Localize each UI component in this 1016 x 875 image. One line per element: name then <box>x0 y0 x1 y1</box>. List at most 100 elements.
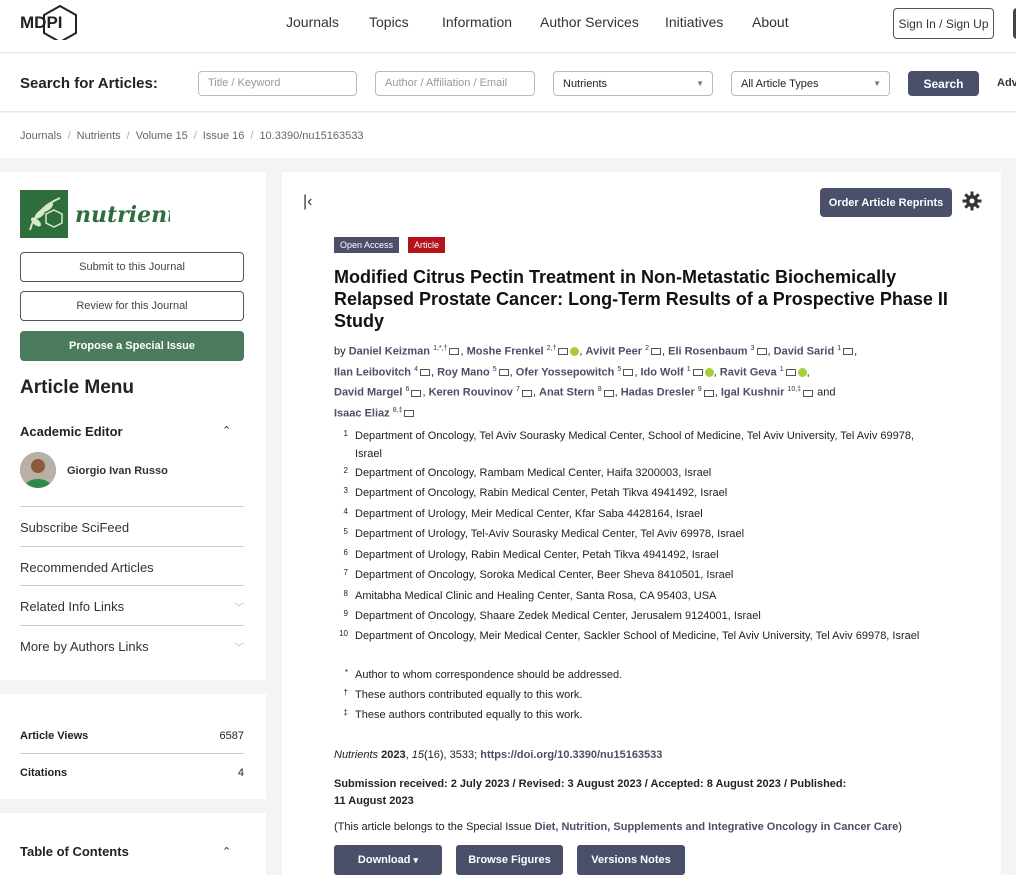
mail-icon[interactable] <box>521 389 532 397</box>
search-button[interactable]: Search <box>908 71 979 96</box>
related-info-links[interactable]: Related Info Links ﹀ <box>20 599 244 614</box>
mail-icon[interactable] <box>843 348 854 356</box>
author-link[interactable]: Isaac Eliaz <box>334 408 390 420</box>
publication-dates: Submission received: 2 July 2023 / Revis… <box>334 778 847 807</box>
subscribe-scifeed-link[interactable]: Subscribe SciFeed <box>20 520 244 535</box>
sign-in-button[interactable]: Sign In / Sign Up <box>893 8 994 39</box>
breadcrumb-issue[interactable]: Issue 16 <box>203 130 245 142</box>
author-link[interactable]: Igal Kushnir <box>721 387 785 399</box>
author-link[interactable]: David Margel <box>334 387 402 399</box>
author-link[interactable]: Ofer Yossepowitch <box>516 366 615 378</box>
author-input[interactable]: Author / Affiliation / Email <box>375 71 535 96</box>
doi-link[interactable]: https://doi.org/10.3390/nu15163533 <box>480 749 662 761</box>
article-views-value: 6587 <box>219 730 244 742</box>
mail-icon[interactable] <box>756 348 767 356</box>
submit-journal-button[interactable]: Submit to this Journal <box>20 252 244 282</box>
author-link[interactable]: Eli Rosenbaum <box>668 346 747 358</box>
mdpi-logo[interactable]: MDPI <box>20 4 78 44</box>
mail-icon[interactable] <box>803 389 814 397</box>
citations-label[interactable]: Citations <box>20 767 67 779</box>
article-title: Modified Citrus Pectin Treatment in Non-… <box>334 267 948 331</box>
divider <box>20 753 244 754</box>
article-type-value: All Article Types <box>741 78 819 90</box>
author-link[interactable]: Moshe Frenkel <box>467 346 544 358</box>
mail-icon[interactable] <box>404 410 415 418</box>
nutrients-journal-logo[interactable]: nutrients <box>20 190 190 238</box>
more-by-authors-links[interactable]: More by Authors Links ﹀ <box>20 639 244 654</box>
nav-topics[interactable]: Topics <box>369 14 409 30</box>
table-of-contents-heading[interactable]: Table of Contents <box>20 844 129 859</box>
order-reprints-button[interactable]: Order Article Reprints <box>820 188 952 217</box>
orcid-icon[interactable] <box>797 367 807 377</box>
mail-icon[interactable] <box>449 348 460 356</box>
orcid-icon[interactable] <box>570 347 580 357</box>
chevron-down-icon: ﹀ <box>234 603 244 614</box>
nav-about[interactable]: About <box>752 14 789 30</box>
mail-icon[interactable] <box>603 389 614 397</box>
academic-editor-heading[interactable]: Academic Editor <box>20 424 123 439</box>
divider <box>20 506 244 507</box>
mail-icon[interactable] <box>558 348 569 356</box>
open-access-badge: Open Access <box>334 237 400 253</box>
chevron-down-icon: ▼ <box>873 79 881 88</box>
special-issue-note: (This article belongs to the Special Iss… <box>334 821 902 833</box>
author-link[interactable]: Keren Rouvinov <box>429 387 513 399</box>
journal-select-value: Nutrients <box>563 78 608 90</box>
article-menu-title: Article Menu <box>20 377 135 398</box>
nav-author-services[interactable]: Author Services <box>540 14 639 30</box>
nav-journals[interactable]: Journals <box>286 14 339 30</box>
mail-icon[interactable] <box>623 368 634 376</box>
author-list: by Daniel Keizman 1,*,†, Moshe Frenkel 2… <box>334 345 858 420</box>
author-link[interactable]: David Sarid <box>774 346 835 358</box>
chevron-up-icon[interactable]: ⌃ <box>222 845 231 858</box>
advanced-search-link[interactable]: Adv <box>997 77 1016 89</box>
gear-icon[interactable] <box>962 191 982 211</box>
author-link[interactable]: Ravit Geva <box>720 366 777 378</box>
article-type-select[interactable]: All Article Types ▼ <box>731 71 890 96</box>
author-link[interactable]: Daniel Keizman <box>349 346 430 358</box>
editor-avatar <box>20 452 56 488</box>
recommended-articles-link[interactable]: Recommended Articles <box>20 560 244 575</box>
mail-icon[interactable] <box>411 389 422 397</box>
author-link[interactable]: Hadas Dresler <box>621 387 695 399</box>
download-button[interactable]: Download ▾ <box>334 845 442 875</box>
versions-notes-button[interactable]: Versions Notes <box>577 845 685 875</box>
chevron-down-icon: ▾ <box>413 854 419 865</box>
orcid-icon[interactable] <box>704 367 714 377</box>
article-views-label: Article Views <box>20 730 89 742</box>
mail-icon[interactable] <box>650 348 661 356</box>
journal-select[interactable]: Nutrients ▼ <box>553 71 713 96</box>
svg-text:MDPI: MDPI <box>20 13 63 32</box>
collapse-sidebar-icon[interactable]: |‹ <box>303 193 312 211</box>
top-navigation: MDPI Journals Topics Information Author … <box>0 0 1016 53</box>
citations-value[interactable]: 4 <box>238 767 244 779</box>
nav-initiatives[interactable]: Initiatives <box>665 14 723 30</box>
chevron-up-icon[interactable]: ⌃ <box>222 424 231 437</box>
breadcrumb-bar: Journals / Nutrients / Volume 15/Issue 16/10… <box>0 113 1016 158</box>
breadcrumb-journals[interactable]: Journals <box>20 130 62 142</box>
author-link[interactable]: Avivit Peer <box>586 346 642 358</box>
chevron-down-icon: ﹀ <box>234 643 244 654</box>
editor-name[interactable]: Giorgio Ivan Russo <box>67 465 168 477</box>
mail-icon[interactable] <box>703 389 714 397</box>
author-link[interactable]: Ido Wolf <box>640 366 683 378</box>
special-issue-link[interactable]: Diet, Nutrition, Supplements and Integra… <box>535 821 899 833</box>
author-link[interactable]: Roy Mano <box>437 366 490 378</box>
search-bar: Search for Articles: Title / Keyword Aut… <box>0 54 1016 112</box>
sidebar-stats-card <box>0 694 266 799</box>
keyword-input[interactable]: Title / Keyword <box>198 71 357 96</box>
mail-icon[interactable] <box>419 368 430 376</box>
browse-figures-button[interactable]: Browse Figures <box>456 845 563 875</box>
nav-information[interactable]: Information <box>442 14 512 30</box>
breadcrumb-volume[interactable]: Volume 15 <box>136 130 188 142</box>
mail-icon[interactable] <box>498 368 509 376</box>
svg-text:nutrients: nutrients <box>75 202 170 228</box>
divider <box>20 585 244 586</box>
mail-icon[interactable] <box>785 368 796 376</box>
author-link[interactable]: Ilan Leibovitch <box>334 366 411 378</box>
breadcrumb-nutrients[interactable]: Nutrients <box>77 130 121 142</box>
propose-special-issue-button[interactable]: Propose a Special Issue <box>20 331 244 361</box>
mail-icon[interactable] <box>692 368 703 376</box>
author-link[interactable]: Anat Stern <box>539 387 595 399</box>
review-journal-button[interactable]: Review for this Journal <box>20 291 244 321</box>
